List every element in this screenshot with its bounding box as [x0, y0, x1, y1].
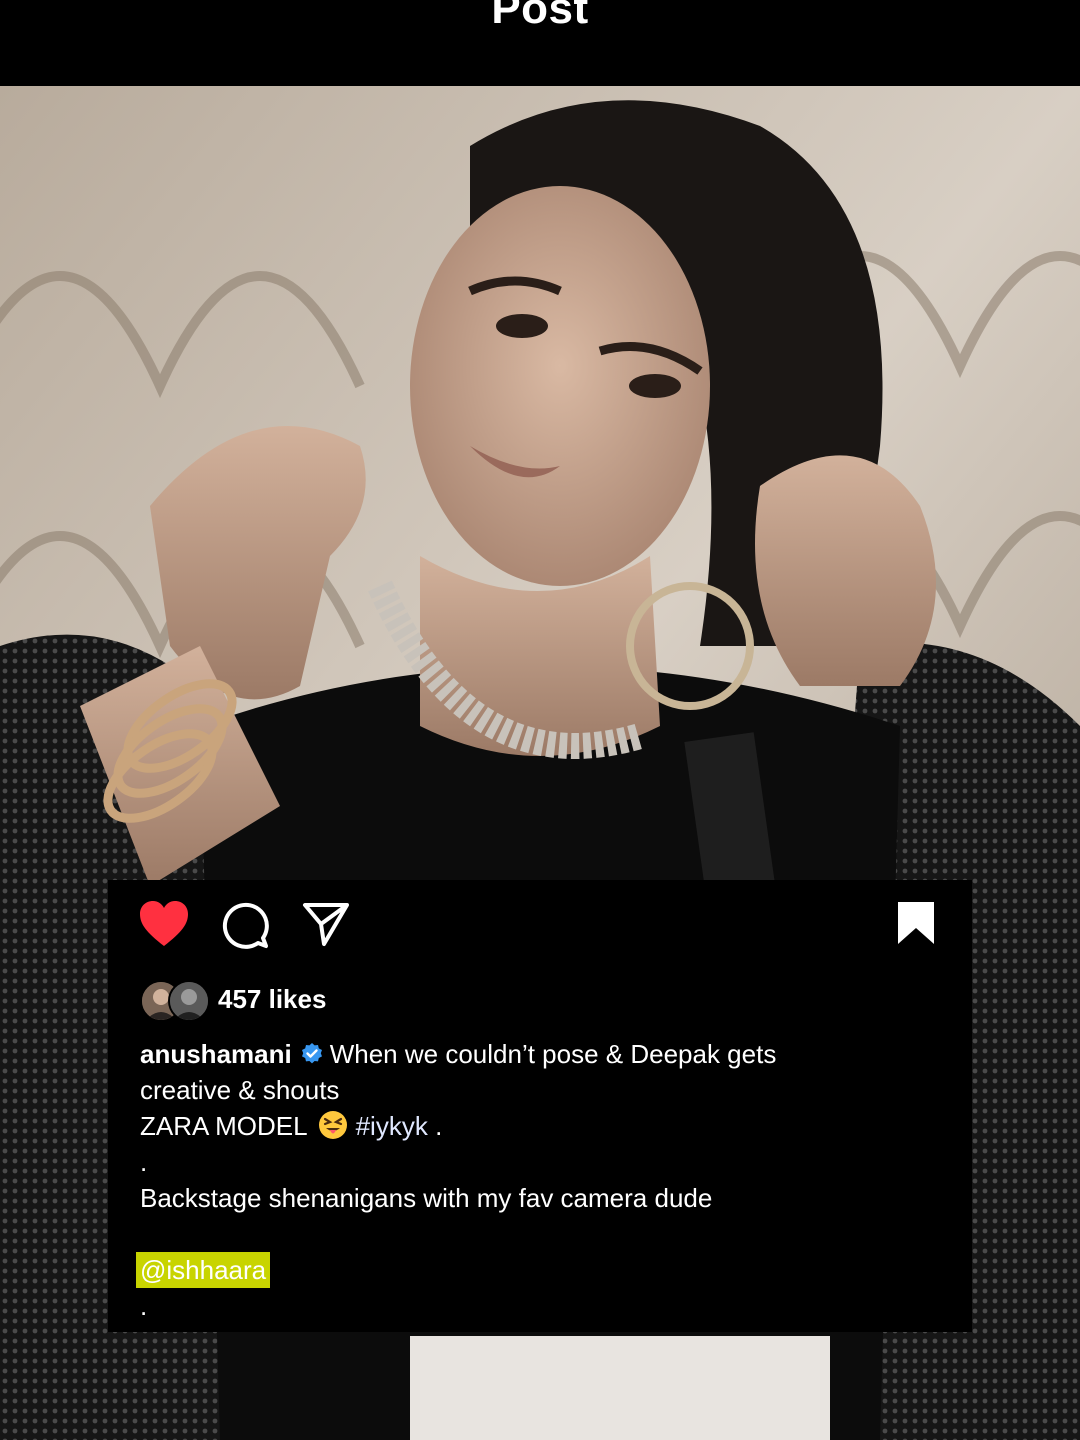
caption-text: . [140, 1291, 148, 1321]
caption-line: @ishhaara [136, 1252, 940, 1288]
bookmark-filled-icon[interactable] [896, 900, 936, 946]
mention-link[interactable]: @ishhaara [136, 1252, 271, 1288]
heart-filled-icon[interactable] [138, 900, 190, 948]
hashtag-link[interactable]: #iykyk [356, 1111, 428, 1141]
caption-text: Backstage shenanigans with my fav camera… [140, 1183, 713, 1213]
caption-text: . [435, 1111, 443, 1141]
send-icon[interactable] [302, 900, 350, 948]
post-screen: Post 457 likes anushamani When we couldn… [0, 0, 1080, 1440]
caption-text: When we couldn’t pose & Deepak gets [329, 1039, 777, 1069]
top-bar: Post [0, 0, 1080, 86]
liker-avatar [168, 980, 210, 1022]
caption-text: . [140, 1147, 148, 1177]
username-link[interactable]: anushamani [140, 1039, 292, 1069]
squinting-tongue-emoji-icon [318, 1111, 347, 1139]
comment-icon[interactable] [220, 900, 270, 950]
post-details-card: 457 likes anushamani When we couldn’t pos… [108, 880, 972, 1332]
caption-text: ZARA MODEL [140, 1111, 308, 1141]
post-caption: anushamani When we couldn’t pose & Deepak… [136, 1036, 940, 1324]
verified-badge-icon [301, 1043, 322, 1064]
caption-line: ZARA MODEL #iykyk . [140, 1108, 940, 1144]
caption-text: creative & shouts [140, 1075, 340, 1105]
caption-line: anushamani When we couldn’t pose & Deepak… [140, 1036, 940, 1072]
page-title: Post [491, 0, 589, 33]
likes-count[interactable]: 457 likes [218, 984, 326, 1015]
